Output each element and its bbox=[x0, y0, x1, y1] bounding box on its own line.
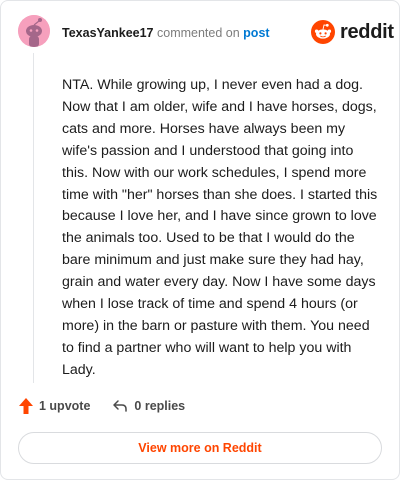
replies-button[interactable]: 0 replies bbox=[112, 399, 185, 413]
comment-header: TexasYankee17 commented on post bbox=[62, 26, 270, 40]
view-more-button[interactable]: View more on Reddit bbox=[18, 432, 382, 464]
reply-arrow-icon bbox=[113, 400, 128, 412]
reddit-wordmark: reddit bbox=[340, 20, 394, 43]
thread-line bbox=[33, 53, 34, 383]
username[interactable]: TexasYankee17 bbox=[62, 26, 154, 40]
upvote-button[interactable]: 1 upvote bbox=[18, 397, 90, 415]
action-text: commented on bbox=[157, 26, 240, 40]
comment-card: TexasYankee17 commented on post reddit N… bbox=[0, 0, 400, 480]
reddit-logo-icon bbox=[311, 20, 335, 44]
upvote-arrow-icon bbox=[19, 398, 33, 414]
replies-count: 0 replies bbox=[134, 399, 186, 413]
comment-body: NTA. While growing up, I never even had … bbox=[62, 77, 378, 378]
avatar[interactable] bbox=[18, 15, 50, 47]
snoo-avatar-icon bbox=[18, 15, 50, 47]
reddit-brand[interactable]: reddit bbox=[311, 20, 394, 44]
post-link[interactable]: post bbox=[243, 26, 269, 40]
upvote-count: 1 upvote bbox=[39, 399, 91, 413]
comment-actions: 1 upvote 0 replies bbox=[18, 397, 185, 415]
